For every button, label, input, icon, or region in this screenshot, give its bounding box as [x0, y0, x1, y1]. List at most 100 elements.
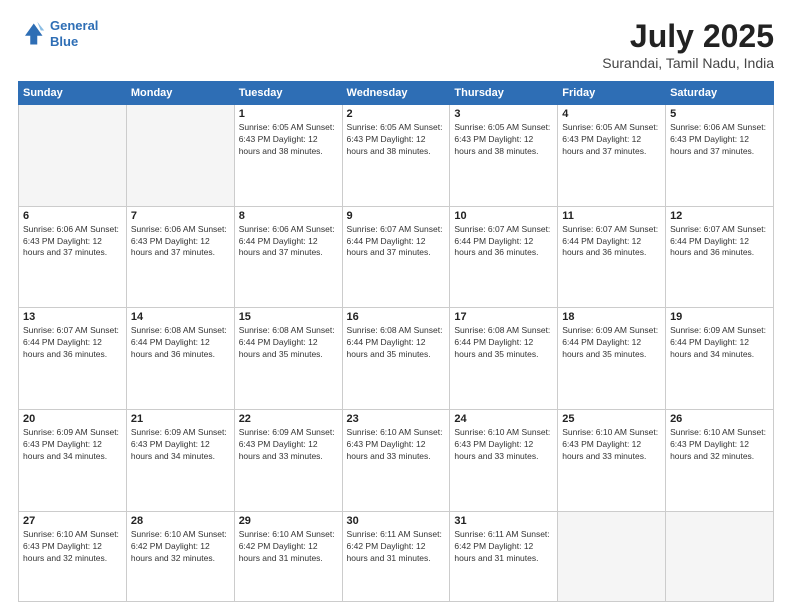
day-number: 2 — [347, 108, 446, 120]
cell-0-5: 4 Sunrise: 6:05 AM Sunset: 6:43 PM Daylig… — [558, 105, 666, 207]
day-number: 1 — [239, 108, 338, 120]
logo-text: General Blue — [50, 18, 98, 49]
day-number: 23 — [347, 413, 446, 425]
cell-4-0: 27Sunrise: 6:10 AM Sunset: 6:43 PM Dayli… — [19, 511, 127, 601]
day-info: Sunrise: 6:06 AM Sunset: 6:43 PM Dayligh… — [131, 224, 230, 260]
day-number: 9 — [347, 210, 446, 222]
cell-4-2: 29 Sunrise: 6:10 AM Sunset: 6:42 PM Dayli… — [234, 511, 342, 601]
cell-3-0: 20 Sunrise: 6:09 AM Sunset: 6:43 PM Dayli… — [19, 410, 127, 512]
cell-1-3: 9Sunrise: 6:07 AM Sunset: 6:44 PM Daylig… — [342, 206, 450, 308]
day-number: 31 — [454, 515, 553, 527]
col-friday: Friday — [558, 82, 666, 105]
day-info: Sunrise: 6:10 AM Sunset: 6:43 PM Dayligh… — [670, 427, 769, 463]
cell-3-3: 23 Sunrise: 6:10 AM Sunset: 6:43 PM Dayli… — [342, 410, 450, 512]
day-info: Sunrise: 6:10 AM Sunset: 6:42 PM Dayligh… — [239, 529, 338, 565]
day-info: Sunrise: 6:09 AM Sunset: 6:43 PM Dayligh… — [23, 427, 122, 463]
cell-3-5: 25 Sunrise: 6:10 AM Sunset: 6:43 PM Dayli… — [558, 410, 666, 512]
cell-3-2: 22Sunrise: 6:09 AM Sunset: 6:43 PM Dayli… — [234, 410, 342, 512]
calendar-header-row: Sunday Monday Tuesday Wednesday Thursday… — [19, 82, 774, 105]
day-info: Sunrise: 6:07 AM Sunset: 6:44 PM Dayligh… — [23, 325, 122, 361]
week-row-2: 6 Sunrise: 6:06 AM Sunset: 6:43 PM Daylig… — [19, 206, 774, 308]
day-number: 18 — [562, 311, 661, 323]
col-tuesday: Tuesday — [234, 82, 342, 105]
day-number: 25 — [562, 413, 661, 425]
day-number: 29 — [239, 515, 338, 527]
cell-0-0 — [19, 105, 127, 207]
cell-2-5: 18 Sunrise: 6:09 AM Sunset: 6:44 PM Dayli… — [558, 308, 666, 410]
cell-2-3: 16 Sunrise: 6:08 AM Sunset: 6:44 PM Dayli… — [342, 308, 450, 410]
day-info: Sunrise: 6:09 AM Sunset: 6:43 PM Dayligh… — [131, 427, 230, 463]
week-row-4: 20 Sunrise: 6:09 AM Sunset: 6:43 PM Dayli… — [19, 410, 774, 512]
title-block: July 2025 Surandai, Tamil Nadu, India — [602, 18, 774, 71]
day-info: Sunrise: 6:08 AM Sunset: 6:44 PM Dayligh… — [347, 325, 446, 361]
cell-2-0: 13 Sunrise: 6:07 AM Sunset: 6:44 PM Dayli… — [19, 308, 127, 410]
day-info: Sunrise: 6:09 AM Sunset: 6:43 PM Dayligh… — [239, 427, 338, 463]
day-info: Sunrise: 6:11 AM Sunset: 6:42 PM Dayligh… — [454, 529, 553, 565]
day-info: Sunrise: 6:10 AM Sunset: 6:43 PM Dayligh… — [454, 427, 553, 463]
day-number: 8 — [239, 210, 338, 222]
day-info: Sunrise: 6:06 AM Sunset: 6:43 PM Dayligh… — [670, 122, 769, 158]
day-info: Sunrise: 6:10 AM Sunset: 6:43 PM Dayligh… — [23, 529, 122, 565]
day-number: 13 — [23, 311, 122, 323]
cell-0-4: 3Sunrise: 6:05 AM Sunset: 6:43 PM Daylig… — [450, 105, 558, 207]
cell-1-1: 7 Sunrise: 6:06 AM Sunset: 6:43 PM Daylig… — [126, 206, 234, 308]
day-info: Sunrise: 6:08 AM Sunset: 6:44 PM Dayligh… — [131, 325, 230, 361]
day-info: Sunrise: 6:09 AM Sunset: 6:44 PM Dayligh… — [670, 325, 769, 361]
cell-1-2: 8 Sunrise: 6:06 AM Sunset: 6:44 PM Daylig… — [234, 206, 342, 308]
logo-line2: Blue — [50, 34, 78, 49]
day-number: 10 — [454, 210, 553, 222]
day-info: Sunrise: 6:07 AM Sunset: 6:44 PM Dayligh… — [562, 224, 661, 260]
day-number: 20 — [23, 413, 122, 425]
cell-1-6: 12Sunrise: 6:07 AM Sunset: 6:44 PM Dayli… — [666, 206, 774, 308]
day-number: 11 — [562, 210, 661, 222]
day-number: 21 — [131, 413, 230, 425]
day-info: Sunrise: 6:10 AM Sunset: 6:43 PM Dayligh… — [562, 427, 661, 463]
week-row-1: 1 Sunrise: 6:05 AM Sunset: 6:43 PM Daylig… — [19, 105, 774, 207]
cell-3-4: 24 Sunrise: 6:10 AM Sunset: 6:43 PM Dayli… — [450, 410, 558, 512]
day-number: 24 — [454, 413, 553, 425]
cell-0-1 — [126, 105, 234, 207]
cell-4-1: 28 Sunrise: 6:10 AM Sunset: 6:42 PM Dayli… — [126, 511, 234, 601]
main-title: July 2025 — [602, 18, 774, 55]
col-sunday: Sunday — [19, 82, 127, 105]
day-info: Sunrise: 6:06 AM Sunset: 6:44 PM Dayligh… — [239, 224, 338, 260]
day-info: Sunrise: 6:07 AM Sunset: 6:44 PM Dayligh… — [670, 224, 769, 260]
day-number: 4 — [562, 108, 661, 120]
cell-4-3: 30 Sunrise: 6:11 AM Sunset: 6:42 PM Dayli… — [342, 511, 450, 601]
subtitle: Surandai, Tamil Nadu, India — [602, 55, 774, 71]
cell-2-4: 17 Sunrise: 6:08 AM Sunset: 6:44 PM Dayli… — [450, 308, 558, 410]
header: General Blue July 2025 Surandai, Tamil N… — [18, 18, 774, 71]
logo: General Blue — [18, 18, 98, 49]
day-number: 6 — [23, 210, 122, 222]
day-info: Sunrise: 6:08 AM Sunset: 6:44 PM Dayligh… — [454, 325, 553, 361]
day-info: Sunrise: 6:11 AM Sunset: 6:42 PM Dayligh… — [347, 529, 446, 565]
day-number: 16 — [347, 311, 446, 323]
cell-2-2: 15Sunrise: 6:08 AM Sunset: 6:44 PM Dayli… — [234, 308, 342, 410]
cell-3-6: 26 Sunrise: 6:10 AM Sunset: 6:43 PM Dayli… — [666, 410, 774, 512]
logo-line1: General — [50, 18, 98, 33]
cell-1-4: 10Sunrise: 6:07 AM Sunset: 6:44 PM Dayli… — [450, 206, 558, 308]
day-number: 15 — [239, 311, 338, 323]
col-monday: Monday — [126, 82, 234, 105]
day-number: 26 — [670, 413, 769, 425]
day-number: 5 — [670, 108, 769, 120]
day-number: 30 — [347, 515, 446, 527]
day-info: Sunrise: 6:05 AM Sunset: 6:43 PM Dayligh… — [454, 122, 553, 158]
day-info: Sunrise: 6:09 AM Sunset: 6:44 PM Dayligh… — [562, 325, 661, 361]
cell-4-6 — [666, 511, 774, 601]
day-info: Sunrise: 6:05 AM Sunset: 6:43 PM Dayligh… — [347, 122, 446, 158]
cell-4-4: 31 Sunrise: 6:11 AM Sunset: 6:42 PM Dayli… — [450, 511, 558, 601]
day-info: Sunrise: 6:05 AM Sunset: 6:43 PM Dayligh… — [239, 122, 338, 158]
day-number: 17 — [454, 311, 553, 323]
calendar-table: Sunday Monday Tuesday Wednesday Thursday… — [18, 81, 774, 602]
day-number: 28 — [131, 515, 230, 527]
page: General Blue July 2025 Surandai, Tamil N… — [0, 0, 792, 612]
cell-0-6: 5 Sunrise: 6:06 AM Sunset: 6:43 PM Daylig… — [666, 105, 774, 207]
cell-0-2: 1 Sunrise: 6:05 AM Sunset: 6:43 PM Daylig… — [234, 105, 342, 207]
day-number: 7 — [131, 210, 230, 222]
week-row-3: 13 Sunrise: 6:07 AM Sunset: 6:44 PM Dayli… — [19, 308, 774, 410]
day-info: Sunrise: 6:10 AM Sunset: 6:43 PM Dayligh… — [347, 427, 446, 463]
col-saturday: Saturday — [666, 82, 774, 105]
day-info: Sunrise: 6:05 AM Sunset: 6:43 PM Dayligh… — [562, 122, 661, 158]
day-info: Sunrise: 6:10 AM Sunset: 6:42 PM Dayligh… — [131, 529, 230, 565]
